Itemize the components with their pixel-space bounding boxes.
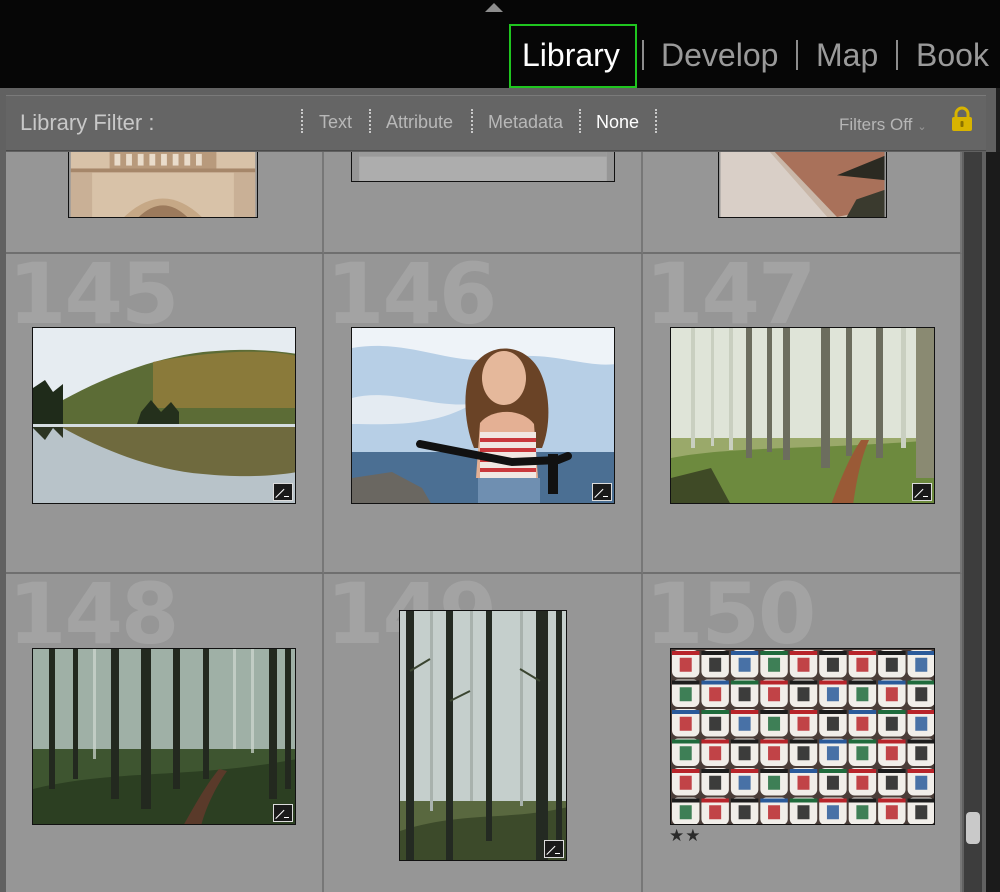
filter-separator bbox=[471, 109, 473, 133]
photo-thumbnail[interactable] bbox=[351, 327, 615, 504]
develop-adjusted-icon bbox=[273, 483, 293, 501]
module-separator bbox=[642, 40, 644, 70]
cell-index-number: 147 bbox=[645, 254, 816, 343]
library-filter-bar: Library Filter : Text Attribute Metadata… bbox=[6, 95, 986, 151]
photo-thumbnail[interactable] bbox=[32, 327, 296, 504]
develop-adjusted-icon bbox=[592, 483, 612, 501]
filter-preset-label: Filters Off bbox=[839, 115, 913, 134]
filter-tab-metadata[interactable]: Metadata bbox=[488, 109, 563, 135]
grid-cell[interactable]: 150 ★★ bbox=[643, 574, 962, 892]
foggy-tall-trees-image bbox=[400, 611, 566, 860]
grid-cell[interactable]: 145 bbox=[6, 254, 324, 574]
develop-adjusted-icon bbox=[912, 483, 932, 501]
padlock-icon[interactable] bbox=[951, 106, 973, 132]
grid-cell[interactable] bbox=[6, 152, 324, 254]
collapse-panel-arrow-icon[interactable] bbox=[485, 3, 503, 12]
grid-cell[interactable]: 147 bbox=[643, 254, 962, 574]
module-book[interactable]: Book bbox=[916, 32, 989, 78]
grid-cell[interactable] bbox=[643, 152, 962, 254]
photo-thumbnail[interactable] bbox=[32, 648, 296, 825]
star-rating[interactable]: ★★ bbox=[669, 826, 701, 846]
photo-thumbnail[interactable] bbox=[399, 610, 567, 861]
module-library[interactable]: Library bbox=[522, 32, 620, 78]
cell-index-number: 146 bbox=[326, 254, 497, 343]
filter-tab-none[interactable]: None bbox=[596, 109, 639, 135]
dark-forest-trail-image bbox=[33, 649, 295, 824]
filter-tab-attribute[interactable]: Attribute bbox=[386, 109, 453, 135]
photo-thumbnail[interactable] bbox=[718, 152, 887, 218]
filter-preset-dropdown[interactable]: Filters Off ⌄ bbox=[839, 113, 927, 139]
right-panel-edge bbox=[986, 152, 1000, 892]
cell-index-number: 145 bbox=[8, 254, 179, 343]
grid-cell[interactable] bbox=[324, 152, 643, 254]
filter-separator bbox=[301, 109, 303, 133]
library-filter-title: Library Filter : bbox=[20, 110, 155, 135]
filter-separator bbox=[655, 109, 657, 133]
module-map[interactable]: Map bbox=[816, 32, 878, 78]
filter-tab-text[interactable]: Text bbox=[319, 109, 352, 135]
photo-thumbnail[interactable] bbox=[670, 648, 935, 825]
grid-cell[interactable]: 149 bbox=[324, 574, 643, 892]
develop-adjusted-icon bbox=[273, 804, 293, 822]
module-separator bbox=[796, 40, 798, 70]
filter-separator bbox=[369, 109, 371, 133]
module-separator bbox=[896, 40, 898, 70]
develop-adjusted-icon bbox=[544, 840, 564, 858]
sake-barrels-image bbox=[671, 649, 934, 824]
grid-cell[interactable]: 146 bbox=[324, 254, 643, 574]
lake-forest-reflection-image bbox=[33, 328, 295, 503]
photo-thumbnail[interactable] bbox=[670, 327, 935, 504]
photo-thumbnail[interactable] bbox=[351, 152, 615, 182]
grid-scrollbar-track[interactable] bbox=[964, 152, 982, 892]
grid-cell[interactable]: 148 bbox=[6, 574, 324, 892]
grid-scrollbar-thumb[interactable] bbox=[966, 812, 980, 844]
photo-thumbnail[interactable] bbox=[68, 152, 258, 218]
thumbnail-grid: 145 146 147 148 150 ★★ bbox=[6, 152, 962, 892]
misty-forest-trail-image bbox=[671, 328, 934, 503]
filter-separator bbox=[579, 109, 581, 133]
module-develop[interactable]: Develop bbox=[661, 32, 778, 78]
module-picker: Library Develop Map Book bbox=[0, 0, 1000, 88]
dropdown-chevron-icon: ⌄ bbox=[917, 121, 927, 133]
cell-index-number: 148 bbox=[8, 574, 179, 663]
woman-bicycle-beach-image bbox=[352, 328, 614, 503]
cell-index-number: 150 bbox=[645, 574, 816, 663]
